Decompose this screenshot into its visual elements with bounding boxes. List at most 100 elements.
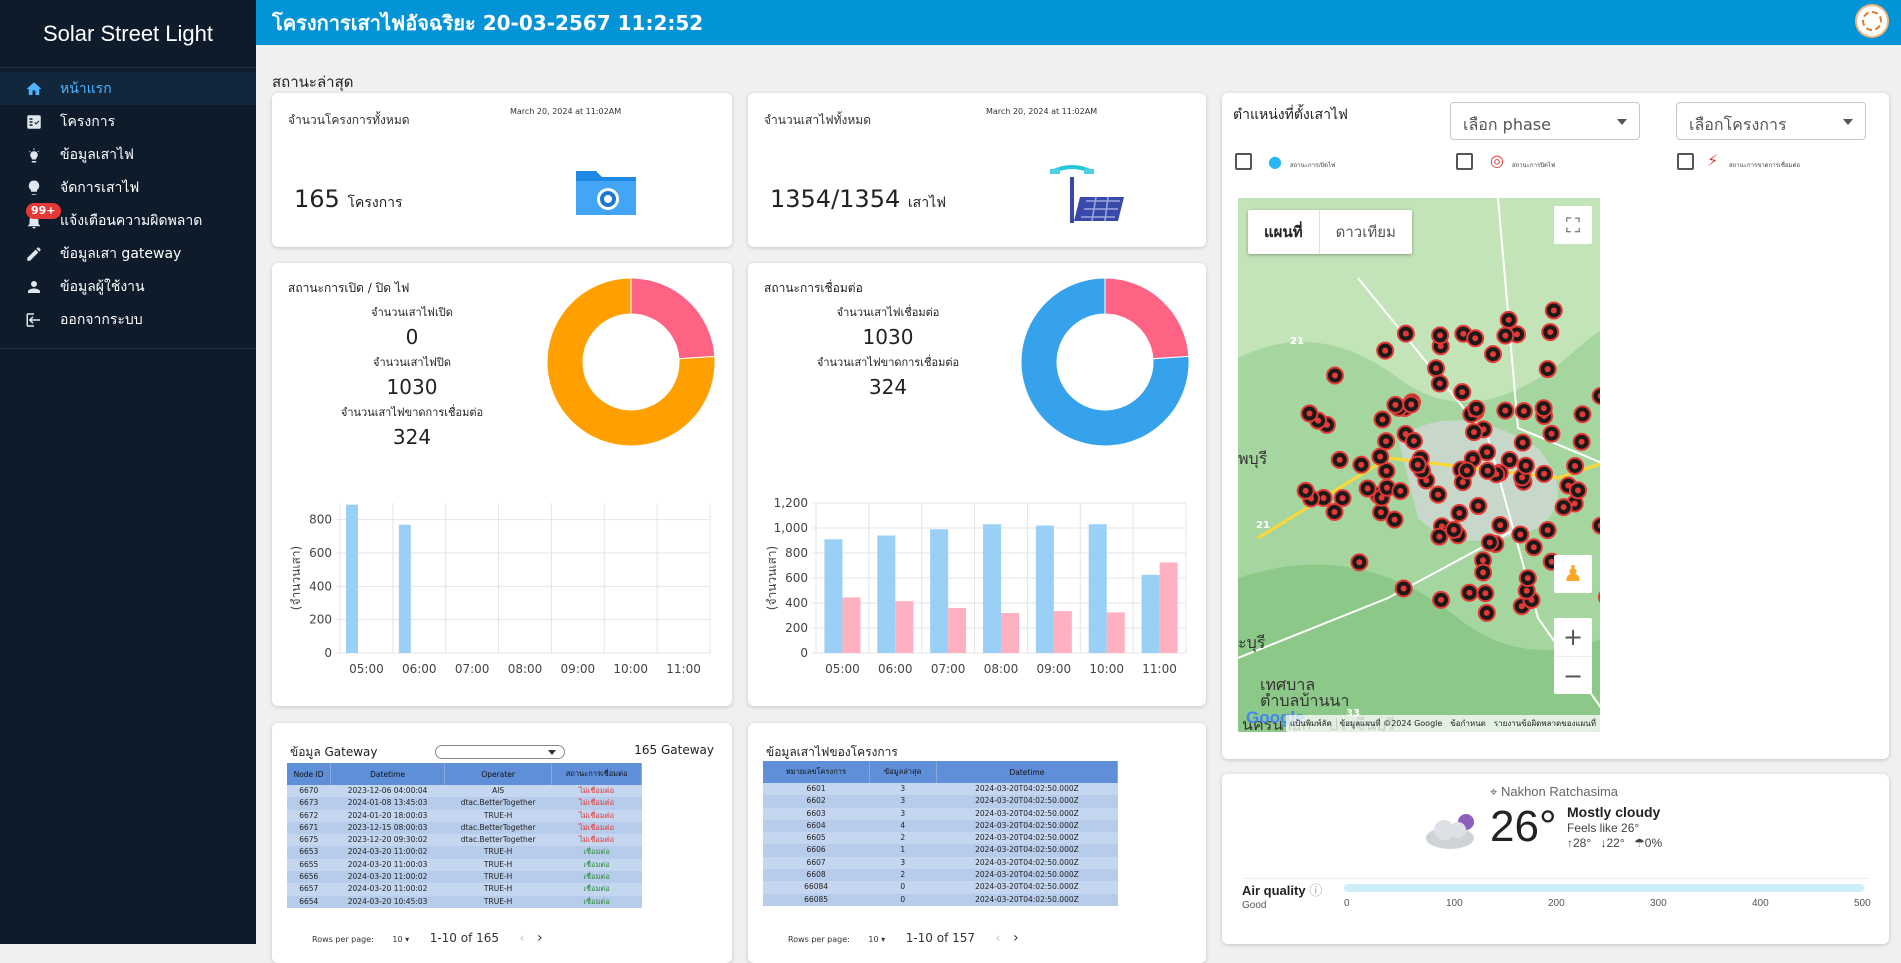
- table-cell: TRUE-H: [444, 809, 552, 822]
- aq-tick-label: 300: [1650, 898, 1667, 909]
- table-row[interactable]: 6603 3 2024-03-20T04:02:50.000Z: [763, 807, 1118, 820]
- rows-per-page-select[interactable]: 10: [392, 935, 402, 944]
- y-tick-label: 1,200: [774, 496, 808, 510]
- table-row[interactable]: 6604 4 2024-03-20T04:02:50.000Z: [763, 819, 1118, 833]
- table-row[interactable]: 6605 2 2024-03-20T04:02:50.000Z: [763, 832, 1118, 845]
- column-header[interactable]: สถานะการเชื่อมต่อ: [551, 763, 642, 785]
- table-row[interactable]: 6672 2024-01-20 18:00:03 TRUE-H ไม่เชื่อมต่…: [287, 809, 642, 822]
- x-tick-label: 07:00: [931, 662, 966, 676]
- table-cell: dtac.BetterTogether: [444, 821, 552, 835]
- report-error-link[interactable]: รายงานข้อผิดพลาดของแผนที่: [1494, 717, 1596, 730]
- table-row[interactable]: 6675 2023-12-20 09:30:02 dtac.BetterTogeth…: [287, 834, 642, 847]
- pole-marker-dot: [1383, 438, 1390, 445]
- organization-logo[interactable]: [1855, 4, 1889, 38]
- table-row[interactable]: 6656 2024-03-20 11:00:02 TRUE-H เชื่อมต่อ: [287, 871, 642, 884]
- table-row[interactable]: 6608 2 2024-03-20T04:02:50.000Z: [763, 869, 1118, 882]
- sidebar-item-alerts[interactable]: 99+ แจ้งเตือนความผิดพลาด: [0, 203, 256, 237]
- filter-disconnected-checkbox[interactable]: [1677, 153, 1694, 170]
- table-cell: 2023-12-15 08:00:03: [330, 821, 445, 835]
- table-row[interactable]: 6606 1 2024-03-20T04:02:50.000Z: [763, 844, 1118, 857]
- table-cell: 0: [869, 893, 937, 906]
- rows-per-page-label: Rows per page:: [788, 935, 850, 944]
- sidebar-item-users[interactable]: ข้อมูลผู้ใช้งาน: [0, 270, 256, 303]
- filter-off-checkbox[interactable]: [1456, 153, 1473, 170]
- fullscreen-icon[interactable]: ⛶: [1554, 206, 1592, 244]
- table-row[interactable]: 6601 3 2024-03-20T04:02:50.000Z: [763, 783, 1118, 796]
- route-label: 21: [1290, 336, 1304, 347]
- prev-page-icon[interactable]: ‹: [996, 931, 1001, 945]
- sidebar-item-logout[interactable]: ออกจากระบบ: [0, 303, 256, 336]
- connection-stats: จำนวนเสาไฟเชื่อมต่อ 1030 จำนวนเสาไฟขาดกา…: [748, 303, 1028, 399]
- bar: [1106, 612, 1125, 653]
- zoom-out-button[interactable]: −: [1554, 656, 1592, 694]
- info-icon[interactable]: ⓘ: [1309, 883, 1322, 898]
- map-type-satellite[interactable]: ดาวเทียม: [1318, 210, 1412, 254]
- pole-marker-dot: [1435, 491, 1442, 498]
- x-tick-label: 10:00: [613, 662, 648, 676]
- pole-marker-dot: [1469, 456, 1476, 463]
- air-quality-scale: 0 100 200 300 400 500: [1344, 898, 1871, 912]
- gateway-filter-select[interactable]: [435, 745, 565, 759]
- table-cell: ไม่เชื่อมต่อ: [551, 821, 642, 835]
- stat-date: March 20, 2024 at 11:02AM: [510, 107, 622, 116]
- sidebar-item-home[interactable]: หน้าแรก: [0, 72, 256, 105]
- pole-marker-dot: [1519, 474, 1526, 481]
- place-label: พบุรี: [1238, 449, 1268, 469]
- pole-marker-dot: [1383, 467, 1390, 474]
- sidebar-item-projects[interactable]: โครงการ: [0, 105, 256, 138]
- sidebar-item-gateway[interactable]: ข้อมูลเสา gateway: [0, 237, 256, 270]
- disconnected-value: 324: [392, 425, 432, 449]
- filter-on-checkbox[interactable]: [1235, 153, 1252, 170]
- table-row[interactable]: 6671 2023-12-15 08:00:03 dtac.BetterTogeth…: [287, 821, 642, 835]
- x-tick-label: 11:00: [666, 662, 701, 676]
- map-attribution: แป้นพิมพ์ลัด ข้อมูลแผนที่ ©2024 Google ข…: [1285, 715, 1600, 732]
- y-axis-label: (จำนวนเสา): [765, 546, 779, 610]
- terms-link[interactable]: ข้อกำหนด: [1450, 717, 1486, 730]
- project-select[interactable]: เลือกโครงการ: [1676, 102, 1866, 140]
- projects-count: 165: [294, 185, 340, 213]
- sidebar-item-pole-info[interactable]: ข้อมูลเสาไฟ: [0, 138, 256, 171]
- card-title: สถานะการเปิด / ปิด ไฟ: [288, 281, 410, 295]
- map-title: ตำแหน่งที่ตั้งเสาไฟ: [1233, 107, 1348, 123]
- y-tick-label: 600: [785, 571, 808, 585]
- map-type-roadmap[interactable]: แผนที่: [1248, 210, 1319, 254]
- table-row[interactable]: 6670 2023-12-06 04:00:04 AIS ไม่เชื่อมต่อ: [287, 785, 642, 798]
- table-cell: 1: [869, 844, 937, 857]
- column-header[interactable]: ข้อมูลล่าสุด: [869, 761, 937, 783]
- user-icon: [24, 277, 44, 297]
- aq-tick-label: 100: [1446, 898, 1463, 909]
- table-cell: 6653: [287, 846, 331, 859]
- phase-select[interactable]: เลือก phase: [1450, 102, 1640, 140]
- table-row[interactable]: 66084 0 2024-03-20T04:02:50.000Z: [763, 881, 1118, 894]
- stat-value: 165 โครงการ: [294, 185, 403, 214]
- table-row[interactable]: 6602 3 2024-03-20T04:02:50.000Z: [763, 795, 1118, 808]
- google-map[interactable]: ขอนแก่นพบุรีบ้านดก กลางบุรีรัมย์ะบุรีเทศ…: [1238, 198, 1600, 732]
- table-cell: 6607: [763, 856, 870, 870]
- sidebar-item-manage-poles[interactable]: จัดการเสาไฟ: [0, 171, 256, 204]
- column-header[interactable]: หมายเลขโครงการ: [763, 761, 870, 783]
- solar-pole-icon: [1050, 165, 1124, 223]
- map-canvas[interactable]: ขอนแก่นพบุรีบ้านดก กลางบุรีรัมย์ะบุรีเทศ…: [1238, 198, 1600, 732]
- zoom-in-button[interactable]: +: [1554, 618, 1592, 656]
- column-header[interactable]: Operater: [444, 763, 553, 785]
- table-row[interactable]: 66085 0 2024-03-20T04:02:50.000Z: [763, 893, 1118, 906]
- prev-page-icon[interactable]: ‹: [520, 931, 525, 945]
- table-row[interactable]: 6655 2024-03-20 11:00:03 TRUE-H เชื่อมต่อ: [287, 858, 642, 872]
- onoff-stats: จำนวนเสาไฟเปิด 0 จำนวนเสาไฟปิด 1030 จำนว…: [272, 303, 552, 449]
- table-row[interactable]: 6657 2024-03-20 11:00:02 TRUE-H เชื่อมต่อ: [287, 883, 642, 896]
- table-row[interactable]: 6607 3 2024-03-20T04:02:50.000Z: [763, 856, 1118, 870]
- pegman-icon[interactable]: ♟: [1554, 555, 1592, 593]
- rows-per-page-select[interactable]: 10: [868, 935, 878, 944]
- sidebar-divider: [0, 348, 256, 349]
- table-cell: AIS: [444, 785, 552, 798]
- table-row[interactable]: 6654 2024-03-20 10:45:03 TRUE-H เชื่อมต่อ: [287, 895, 642, 908]
- pole-marker-dot: [1475, 502, 1482, 509]
- pole-marker-dot: [1517, 531, 1524, 538]
- keyboard-shortcuts-link[interactable]: แป้นพิมพ์ลัด: [1290, 717, 1332, 730]
- table-cell: เชื่อมต่อ: [551, 895, 642, 908]
- column-header[interactable]: Datetime: [936, 761, 1119, 783]
- table-row[interactable]: 6673 2024-01-08 13:45:03 dtac.BetterTogeth…: [287, 797, 642, 810]
- column-header[interactable]: Node ID: [287, 763, 332, 785]
- column-header[interactable]: Datetime: [330, 763, 446, 785]
- table-row[interactable]: 6653 2024-03-20 11:00:02 TRUE-H เชื่อมต่อ: [287, 846, 642, 859]
